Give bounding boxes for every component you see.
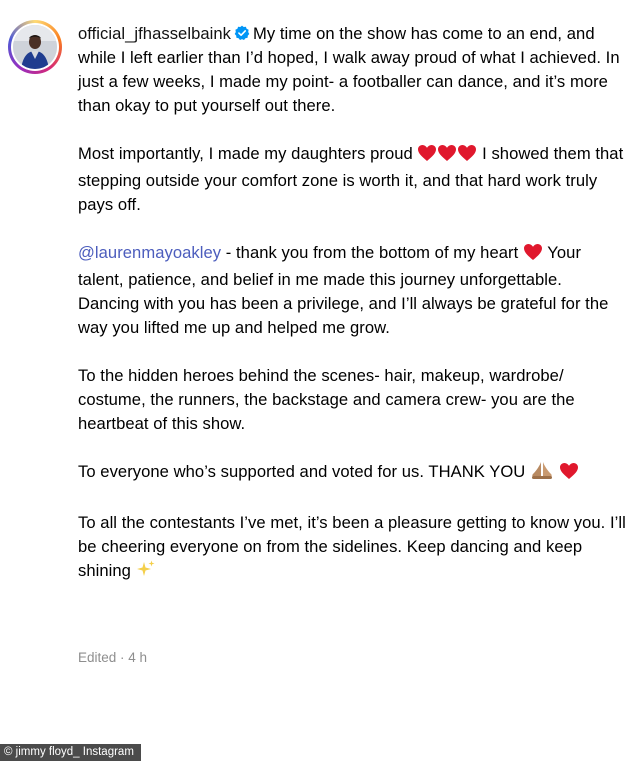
- caption-paragraph-4: To the hidden heroes behind the scenes- …: [78, 364, 626, 436]
- folded-hands-icon: [530, 460, 554, 487]
- red-heart-icon: [417, 144, 437, 169]
- caption-paragraph-5: To everyone who’s supported and voted fo…: [78, 460, 626, 487]
- caption-paragraph-6: To all the contestants I’ve met, it’s be…: [78, 511, 626, 586]
- caption-paragraph-3: @laurenmayoakley - thank you from the bo…: [78, 241, 626, 340]
- red-heart-icon: [523, 243, 543, 268]
- red-heart-icon: [457, 144, 477, 169]
- caption-text: - thank you from the bottom of my heart: [225, 243, 519, 262]
- edited-timestamp: Edited · 4 h: [78, 650, 148, 665]
- caption-text: To everyone who’s supported and voted fo…: [78, 462, 526, 481]
- post-caption: official_jfhasselbaink My time on the sh…: [78, 22, 626, 610]
- avatar-story-ring[interactable]: [8, 20, 62, 74]
- avatar[interactable]: [13, 25, 57, 69]
- sparkles-icon: [136, 559, 156, 586]
- username-link[interactable]: official_jfhasselbaink: [78, 24, 231, 43]
- red-heart-icon: [437, 144, 457, 169]
- avatar-photo-icon: [13, 25, 57, 69]
- verified-badge-icon: [234, 25, 250, 40]
- caption-text: To the hidden heroes behind the scenes- …: [78, 366, 575, 433]
- red-heart-icon: [559, 462, 579, 487]
- mention-link[interactable]: @laurenmayoakley: [78, 243, 221, 262]
- caption-text: To all the contestants I’ve met, it’s be…: [78, 513, 626, 580]
- avatar-border: [11, 23, 59, 71]
- caption-paragraph-1: official_jfhasselbaink My time on the sh…: [78, 22, 626, 118]
- caption-text: Most importantly, I made my daughters pr…: [78, 144, 413, 163]
- photo-credit: © jimmy floyd_ Instagram: [0, 744, 141, 761]
- caption-paragraph-2: Most importantly, I made my daughters pr…: [78, 142, 626, 217]
